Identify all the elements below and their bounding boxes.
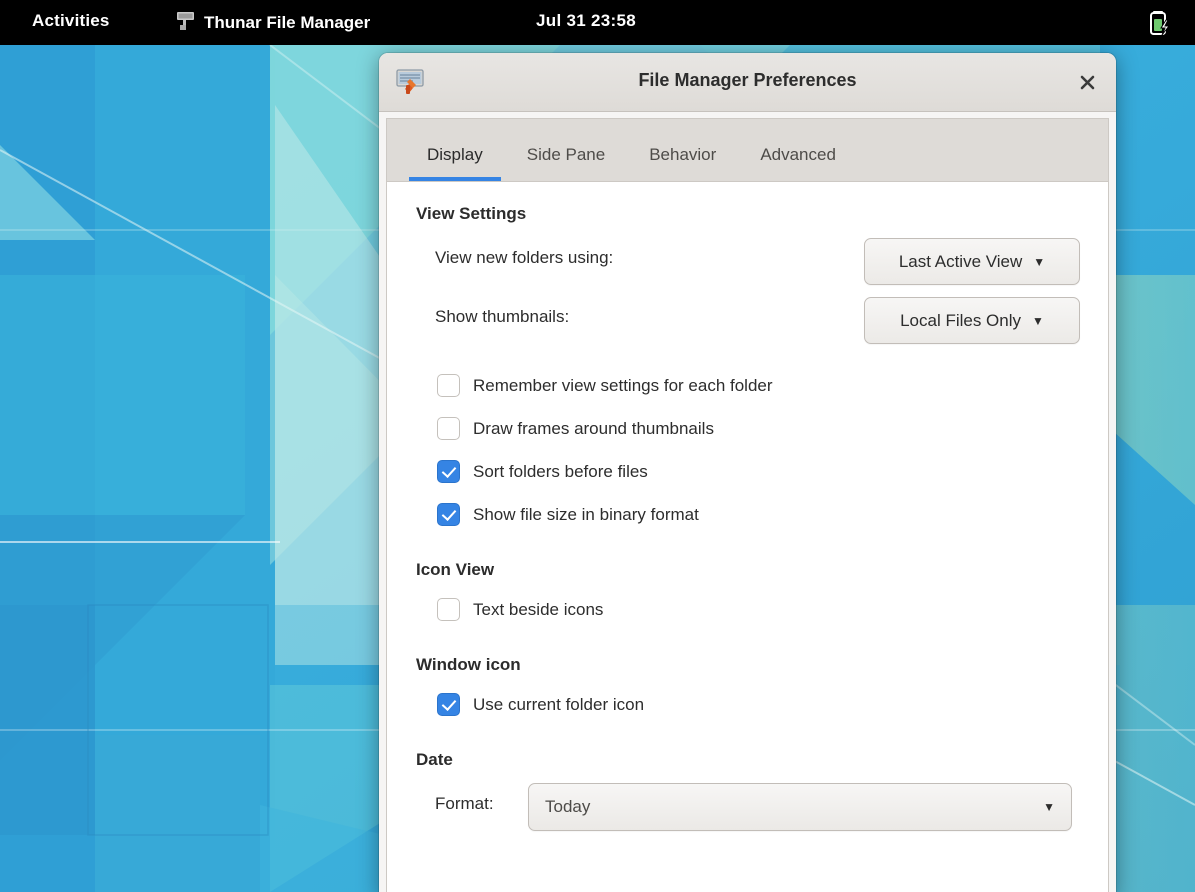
checkbox-label: Draw frames around thumbnails — [473, 419, 714, 439]
show-thumbnails-label: Show thumbnails: — [435, 307, 569, 327]
show-thumbnails-row: Show thumbnails: Local Files Only ▼ — [387, 291, 1090, 350]
view-new-folders-label: View new folders using: — [435, 248, 613, 268]
tab-advanced[interactable]: Advanced — [738, 145, 858, 181]
display-tab-panel: View Settings View new folders using: La… — [387, 182, 1108, 892]
checkbox-text-beside-icons[interactable]: Text beside icons — [387, 588, 1108, 631]
tab-side-pane[interactable]: Side Pane — [505, 145, 627, 181]
dialog-title: File Manager Preferences — [379, 70, 1116, 91]
icon-view-heading: Icon View — [416, 560, 1108, 580]
thunar-file-manager-icon — [176, 10, 195, 36]
view-new-folders-dropdown[interactable]: Last Active View ▼ — [864, 238, 1080, 285]
chevron-down-icon: ▼ — [1033, 256, 1045, 268]
dialog-titlebar[interactable]: File Manager Preferences — [379, 53, 1116, 112]
chevron-down-icon: ▼ — [1032, 315, 1044, 327]
checkbox-indicator[interactable] — [437, 693, 460, 716]
date-format-label: Format: — [435, 794, 494, 814]
tab-display[interactable]: Display — [405, 145, 505, 181]
checkbox-indicator[interactable] — [437, 503, 460, 526]
checkbox-indicator[interactable] — [437, 460, 460, 483]
checkbox-indicator[interactable] — [437, 598, 460, 621]
checkbox-use-current-folder-icon[interactable]: Use current folder icon — [387, 683, 1108, 726]
checkbox-sort-folders-before-files[interactable]: Sort folders before files — [387, 450, 1108, 493]
view-new-folders-row: View new folders using: Last Active View… — [387, 232, 1090, 291]
window-icon-heading: Window icon — [416, 655, 1108, 675]
checkbox-label: Sort folders before files — [473, 462, 648, 482]
clock[interactable]: Jul 31 23:58 — [536, 11, 636, 31]
checkbox-indicator[interactable] — [437, 417, 460, 440]
date-format-dropdown[interactable]: Today ▼ — [528, 783, 1072, 831]
gnome-top-bar: Activities Thunar File Manager Jul 31 23… — [0, 0, 1195, 45]
tab-bar: Display Side Pane Behavior Advanced — [387, 119, 1108, 182]
checkbox-label: Remember view settings for each folder — [473, 376, 773, 396]
file-manager-preferences-dialog: File Manager Preferences Display Side Pa… — [379, 53, 1116, 892]
checkbox-label: Text beside icons — [473, 600, 603, 620]
show-thumbnails-dropdown[interactable]: Local Files Only ▼ — [864, 297, 1080, 344]
date-heading: Date — [416, 750, 1108, 770]
checkbox-draw-frames[interactable]: Draw frames around thumbnails — [387, 407, 1108, 450]
app-indicator[interactable]: Thunar File Manager — [176, 10, 370, 36]
view-new-folders-value: Last Active View — [899, 252, 1022, 272]
app-indicator-label: Thunar File Manager — [204, 13, 370, 33]
chevron-down-icon: ▼ — [1043, 800, 1055, 814]
checkbox-show-file-size-binary[interactable]: Show file size in binary format — [387, 493, 1108, 536]
date-format-value: Today — [545, 797, 590, 817]
battery-charging-icon — [1147, 9, 1173, 42]
desktop-screen: Activities Thunar File Manager Jul 31 23… — [0, 0, 1195, 892]
view-settings-heading: View Settings — [416, 204, 1108, 224]
status-area[interactable] — [1147, 9, 1173, 42]
checkbox-remember-view-settings[interactable]: Remember view settings for each folder — [387, 364, 1108, 407]
close-icon[interactable] — [1072, 67, 1102, 97]
dialog-content-frame: Display Side Pane Behavior Advanced View… — [386, 118, 1109, 892]
show-thumbnails-value: Local Files Only — [900, 311, 1021, 331]
checkbox-label: Show file size in binary format — [473, 505, 699, 525]
date-format-row: Format: Today ▼ — [387, 778, 1090, 837]
activities-button[interactable]: Activities — [32, 11, 110, 31]
tab-behavior[interactable]: Behavior — [627, 145, 738, 181]
checkbox-label: Use current folder icon — [473, 695, 644, 715]
checkbox-indicator[interactable] — [437, 374, 460, 397]
